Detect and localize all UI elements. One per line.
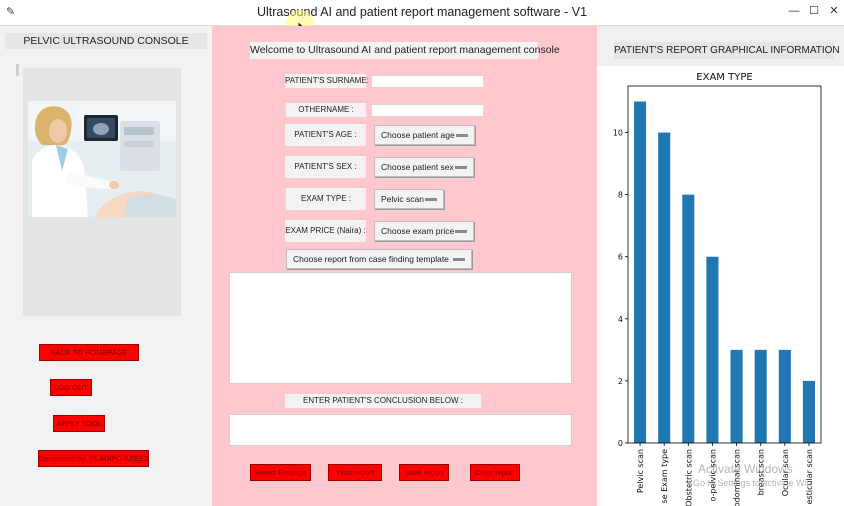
- title-bar: ✎ Ultrasound AI and patient report manag…: [0, 0, 844, 26]
- bar-2: [682, 194, 695, 443]
- sex-label: PATIENT'S SEX :: [285, 156, 366, 178]
- clear-report-button[interactable]: Clear report: [470, 464, 520, 481]
- x-tick-label-0: Pelvic scan: [636, 449, 645, 493]
- dropdown-indicator-icon: [453, 258, 465, 261]
- apply-tool-button[interactable]: APPLY TOOL: [53, 415, 105, 432]
- bar-3: [706, 256, 719, 443]
- dropdown-indicator-icon: [455, 166, 467, 169]
- exam-type-dropdown[interactable]: Pelvic scan: [374, 189, 444, 209]
- print-report-button[interactable]: Print report: [328, 464, 382, 481]
- y-tick-label-4: 8: [618, 191, 623, 200]
- conclusion-label: ENTER PATIENT'S CONCLUSION BELOW :: [285, 394, 481, 408]
- othername-input[interactable]: [371, 104, 484, 117]
- age-dropdown[interactable]: Choose patient age: [374, 125, 475, 145]
- y-tick-label-3: 6: [618, 253, 623, 262]
- middle-panel: Welcome to Ultrasound AI and patient rep…: [212, 26, 597, 506]
- x-tick-label-7: esticular scan: [805, 449, 814, 504]
- plot-frame: [627, 85, 822, 444]
- bar-4: [730, 349, 743, 443]
- y-tick-label-0: 0: [618, 439, 623, 448]
- back-to-homepage-button[interactable]: BACK TO HOMEPAGE: [39, 344, 139, 361]
- watermark-settings: Go to Settings to activate Win: [693, 478, 812, 488]
- y-tick-label-1: 2: [618, 377, 623, 386]
- findings-textarea[interactable]: [229, 272, 572, 384]
- surname-input[interactable]: [371, 75, 484, 88]
- y-tick-label-5: 10: [613, 129, 623, 138]
- x-tick-label-1: se Exam type: [660, 449, 669, 504]
- dropdown-indicator-icon: [456, 134, 468, 137]
- y-tick-label-2: 4: [618, 315, 623, 324]
- exam-type-dropdown-value: Pelvic scan: [381, 194, 424, 204]
- select-findings-button[interactable]: Select Findings: [250, 464, 311, 481]
- exam-type-chart-area: EXAM TYPE Pelvic scan se Exam type Obstetri…: [597, 66, 844, 506]
- sex-dropdown[interactable]: Choose patient sex: [374, 157, 474, 177]
- sex-dropdown-value: Choose patient sex: [381, 162, 454, 172]
- bar-5: [754, 349, 767, 443]
- conclusion-textarea[interactable]: [229, 414, 572, 446]
- dropdown-indicator-icon: [425, 198, 437, 201]
- othername-label: OTHERNAME :: [286, 103, 366, 117]
- exam-price-dropdown-value: Choose exam price: [381, 226, 455, 236]
- bar-7: [802, 380, 815, 443]
- age-label: PATIENT'S AGE :: [285, 124, 366, 146]
- dropdown-indicator-icon: [455, 230, 467, 233]
- chart-title: EXAM TYPE: [696, 72, 752, 83]
- bar-6: [778, 349, 791, 443]
- watermark-activate: Activate Windows: [698, 462, 793, 476]
- exam-type-bar-chart: EXAM TYPE Pelvic scan se Exam type Obstetri…: [613, 72, 822, 506]
- report-template-dropdown[interactable]: Choose report from case finding template: [286, 249, 472, 269]
- exam-type-label: EXAM TYPE :: [286, 188, 366, 210]
- window-title: Ultrasound AI and patient report managem…: [256, 5, 588, 19]
- exam-price-dropdown[interactable]: Choose exam price: [374, 221, 474, 241]
- save-report-button[interactable]: Save report: [399, 464, 449, 481]
- close-icon[interactable]: ✕: [824, 3, 844, 19]
- developer-credit-button[interactable]: Developed by: OLADIPO AZEEZ: [38, 450, 149, 467]
- log-out-button[interactable]: LOG OUT: [50, 379, 92, 396]
- age-dropdown-value: Choose patient age: [381, 130, 455, 140]
- console-heading: PELVIC ULTRASOUND CONSOLE: [5, 33, 207, 49]
- app-window: ✎ Ultrasound AI and patient report manag…: [0, 0, 844, 506]
- exam-price-label: EXAM PRICE (Naira) :: [285, 220, 366, 242]
- graphical-info-heading: PATIENT'S REPORT GRAPHICAL INFORMATION: [614, 42, 840, 59]
- welcome-banner: Welcome to Ultrasound AI and patient rep…: [250, 42, 560, 59]
- right-panel: PATIENT'S REPORT GRAPHICAL INFORMATION E…: [597, 26, 844, 506]
- report-template-dropdown-value: Choose report from case finding template: [293, 254, 449, 264]
- ultrasound-photo: [28, 101, 176, 217]
- bar-0: [634, 101, 647, 444]
- panel-marker: [16, 64, 19, 76]
- maximize-icon[interactable]: ☐: [804, 3, 824, 19]
- x-tick-label-2: Obstetric scan: [684, 449, 693, 506]
- minimize-icon[interactable]: —: [784, 3, 804, 19]
- surname-label: PATIENT'S SURNAME:: [285, 74, 369, 88]
- bar-1: [658, 132, 671, 443]
- left-panel: PELVIC ULTRASOUND CONSOLE: [0, 26, 212, 506]
